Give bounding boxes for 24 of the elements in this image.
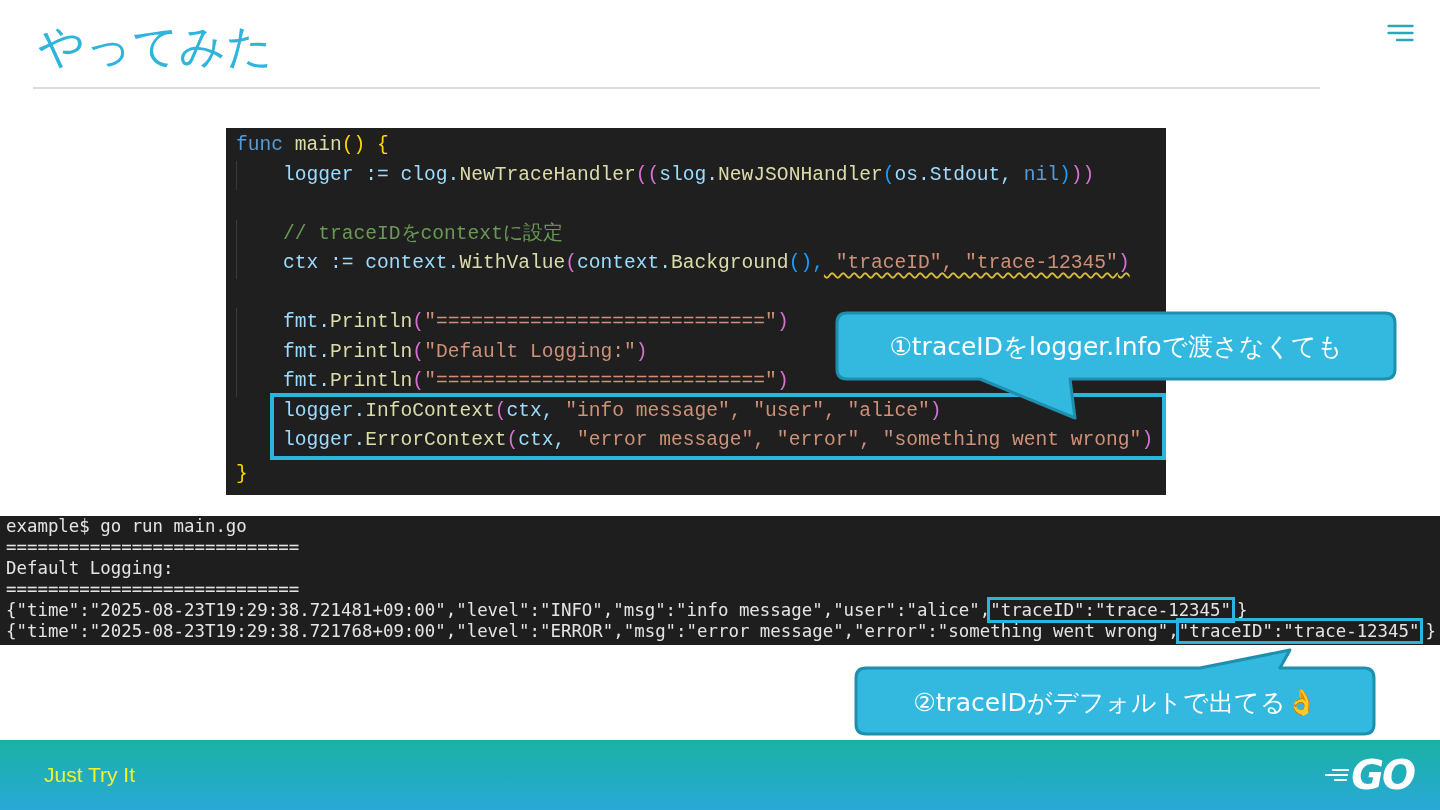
menu-icon[interactable]: [1387, 24, 1414, 42]
code-line: }: [236, 461, 248, 487]
code-line: ctx := context.WithValue(context.Background(), "traceID", "trace-12345"): [236, 249, 1130, 279]
terminal-output: ============================: [6, 579, 300, 599]
code-line: logger := clog.NewTraceHandler((slog.NewJSONHandler(os.Stdout, nil))): [236, 160, 1095, 190]
code-line: fmt.Println("Default Logging:"): [236, 337, 648, 367]
code-line: fmt.Println("============================"): [236, 367, 789, 397]
code-line: logger.ErrorContext(ctx, "error message", "error", "something went wrong"): [270, 426, 1166, 460]
code-comment: // traceIDをcontextに設定: [236, 219, 563, 249]
callout-text: ①traceIDをlogger.Infoで渡さなくても: [889, 330, 1343, 363]
terminal-output: example$ go run main.go: [6, 516, 247, 536]
code-line: fmt.Println("============================"): [236, 308, 789, 338]
code-line: func main() {: [236, 133, 389, 158]
terminal-output: ============================: [6, 537, 300, 557]
terminal-output: }: [1237, 600, 1248, 620]
terminal-output: Default Logging:: [6, 558, 174, 578]
callout-text: ②traceIDがデフォルトで出てる👌: [913, 686, 1317, 719]
slide-title: やってみた: [38, 18, 273, 75]
terminal-output: }: [1425, 621, 1436, 641]
footer-caption: Just Try It: [44, 763, 135, 787]
highlighted-output: "traceID":"trace-12345": [1175, 618, 1424, 644]
speed-lines-icon: [1325, 768, 1350, 782]
highlighted-output: "traceID":"trace-12345": [987, 597, 1235, 623]
logo-text: GO: [1351, 755, 1414, 795]
